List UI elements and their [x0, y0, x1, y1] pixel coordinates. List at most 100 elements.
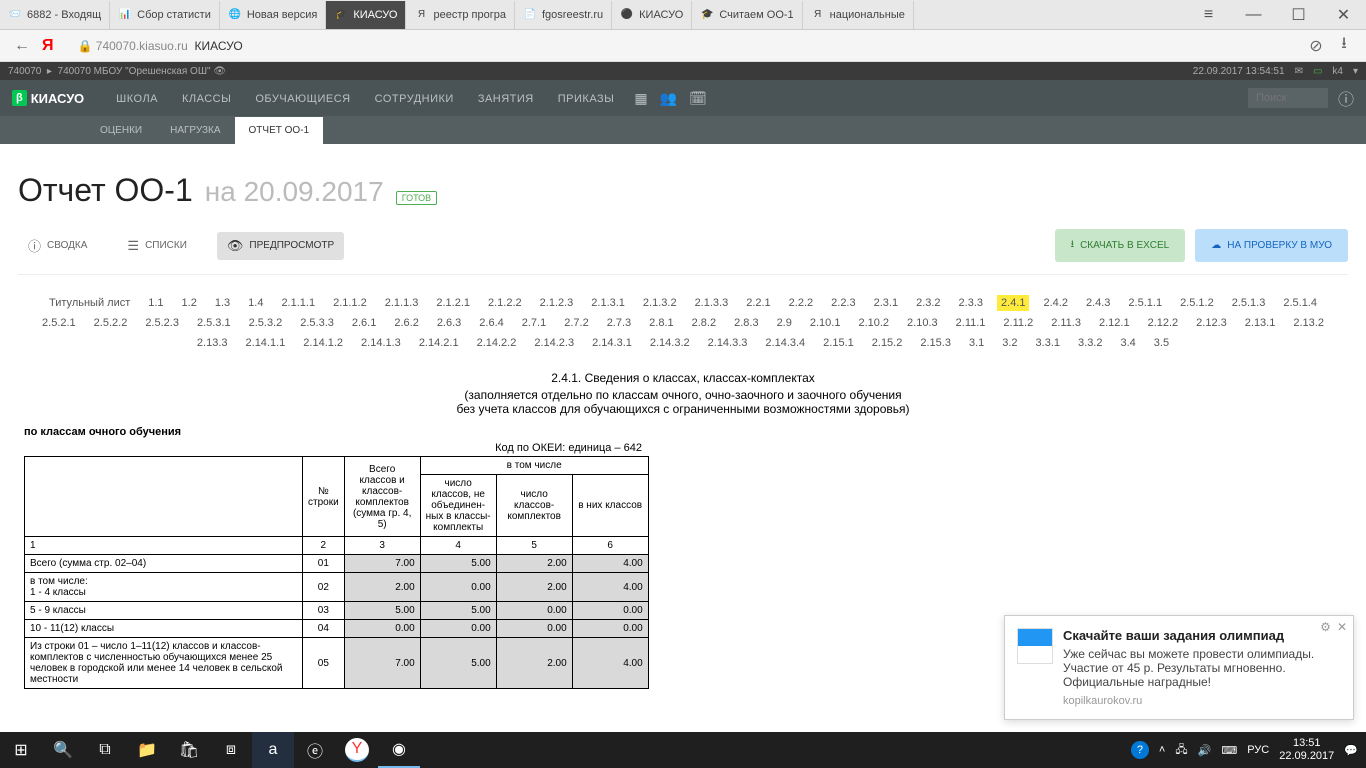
close-button[interactable]: ✕ [1321, 1, 1366, 29]
grid-icon[interactable]: ▦ [634, 90, 647, 107]
section-tab[interactable]: 2.10.1 [806, 315, 845, 331]
send-check-button[interactable]: ☁ НА ПРОВЕРКУ В МУО [1195, 229, 1348, 262]
tray-keyboard-icon[interactable]: ⌨ [1221, 744, 1237, 757]
section-tab[interactable]: 2.12.3 [1192, 315, 1231, 331]
start-button[interactable]: ⊞ [0, 732, 42, 768]
help-icon[interactable]: ⓘ [1338, 86, 1354, 110]
section-tab[interactable]: 2.1.2.3 [536, 295, 578, 311]
section-tab[interactable]: 1.3 [211, 295, 234, 311]
section-tab[interactable]: 2.2.2 [785, 295, 817, 311]
app-icon[interactable]: ◉ [378, 732, 420, 768]
section-tab[interactable]: 2.10.2 [854, 315, 893, 331]
explorer-icon[interactable]: 📁 [126, 732, 168, 768]
user-menu-icon[interactable]: ▾ [1353, 66, 1358, 77]
section-tab[interactable]: 2.5.1.4 [1279, 295, 1321, 311]
section-tab[interactable]: 2.5.1.2 [1176, 295, 1218, 311]
section-tab[interactable]: 2.5.1.3 [1228, 295, 1270, 311]
back-button[interactable]: ← [8, 32, 36, 60]
section-tab[interactable]: 3.3.1 [1032, 335, 1064, 351]
sub-nav-item[interactable]: ОЦЕНКИ [86, 117, 156, 144]
notification-settings-icon[interactable]: ⚙ [1320, 620, 1331, 634]
section-tab[interactable]: Титульный лист [45, 295, 134, 311]
section-tab[interactable]: 2.15.1 [819, 335, 858, 351]
nav-item[interactable]: ПРИКАЗЫ [546, 93, 627, 105]
search-icon[interactable]: 🔍 [42, 732, 84, 768]
nav-item[interactable]: КЛАССЫ [170, 93, 243, 105]
section-tab[interactable]: 2.8.3 [730, 315, 762, 331]
section-tab[interactable]: 2.1.3.2 [639, 295, 681, 311]
address-bar[interactable]: 🔒 740070.kiasuo.ru КИАСУО [68, 34, 1295, 58]
ie-icon[interactable]: ⓔ [294, 732, 336, 768]
section-tab[interactable]: 2.5.3.2 [245, 315, 287, 331]
section-tab[interactable]: 2.14.2.3 [530, 335, 578, 351]
section-tab[interactable]: 2.1.3.1 [587, 295, 629, 311]
section-tab[interactable]: 2.7.2 [560, 315, 592, 331]
section-tab[interactable]: 2.14.2.1 [415, 335, 463, 351]
section-tab[interactable]: 2.5.2.1 [38, 315, 80, 331]
search-input[interactable] [1248, 88, 1328, 108]
section-tab[interactable]: 2.8.2 [688, 315, 720, 331]
section-tab[interactable]: 2.7.3 [603, 315, 635, 331]
user-label[interactable]: k4 [1332, 66, 1343, 77]
nav-item[interactable]: ОБУЧАЮЩИЕСЯ [243, 93, 362, 105]
summary-button[interactable]: ⓘ СВОДКА [18, 230, 97, 261]
section-tab[interactable]: 2.6.3 [433, 315, 465, 331]
section-tab[interactable]: 2.10.3 [903, 315, 942, 331]
section-tab[interactable]: 3.1 [965, 335, 988, 351]
section-tab[interactable]: 2.1.1.2 [329, 295, 371, 311]
browser-tab[interactable]: 📄fgosreestr.ru [515, 1, 612, 29]
section-tab[interactable]: 2.13.1 [1241, 315, 1280, 331]
section-tab[interactable]: 2.13.2 [1289, 315, 1328, 331]
section-tab[interactable]: 2.4.1 [997, 295, 1029, 311]
section-tab[interactable]: 2.15.3 [916, 335, 955, 351]
section-tab[interactable]: 2.14.3.4 [761, 335, 809, 351]
menu-icon[interactable]: ≡ [1186, 1, 1231, 29]
section-tab[interactable]: 1.2 [178, 295, 201, 311]
section-tab[interactable]: 2.6.4 [475, 315, 507, 331]
tray-help-icon[interactable]: ? [1131, 741, 1149, 759]
store-icon[interactable]: 🛍 [168, 732, 210, 768]
section-tab[interactable]: 2.12.2 [1144, 315, 1183, 331]
browser-tab[interactable]: 📊Сбор статисти [110, 1, 220, 29]
section-tab[interactable]: 2.1.2.2 [484, 295, 526, 311]
section-tab[interactable]: 2.7.1 [518, 315, 550, 331]
browser-tab[interactable]: 🎓КИАСУО [326, 1, 406, 29]
browser-tab[interactable]: 🌐Новая версия [220, 1, 326, 29]
nav-item[interactable]: СОТРУДНИКИ [363, 93, 466, 105]
section-tab[interactable]: 2.15.2 [868, 335, 907, 351]
section-tab[interactable]: 2.5.2.3 [141, 315, 183, 331]
yandex-browser-icon[interactable]: Y [345, 738, 369, 762]
notification-close-icon[interactable]: ✕ [1337, 620, 1347, 634]
section-tab[interactable]: 2.1.3.3 [691, 295, 733, 311]
section-tab[interactable]: 2.11.3 [1047, 315, 1085, 331]
calendar-icon[interactable]: 🗓 [689, 90, 707, 107]
section-tab[interactable]: 2.14.1.2 [299, 335, 347, 351]
section-tab[interactable]: 2.5.3.3 [296, 315, 338, 331]
browser-tab[interactable]: 🎓Считаем ОО-1 [692, 1, 802, 29]
section-tab[interactable]: 2.3.2 [912, 295, 944, 311]
section-tab[interactable]: 2.14.1.1 [242, 335, 290, 351]
section-tab[interactable]: 2.1.1.1 [277, 295, 319, 311]
section-tab[interactable]: 2.14.3.1 [588, 335, 636, 351]
section-tab[interactable]: 2.11.2 [999, 315, 1037, 331]
section-tab[interactable]: 1.4 [244, 295, 267, 311]
section-tab[interactable]: 2.5.1.1 [1124, 295, 1166, 311]
preview-button[interactable]: 👁 ПРЕДПРОСМОТР [217, 232, 344, 260]
section-tab[interactable]: 2.3.3 [955, 295, 987, 311]
sub-nav-item[interactable]: НАГРУЗКА [156, 117, 234, 144]
amazon-icon[interactable]: a [252, 732, 294, 768]
browser-tab[interactable]: Яреестр програ [406, 1, 515, 29]
tray-notifications-icon[interactable]: 💬 [1344, 744, 1358, 757]
section-tab[interactable]: 2.5.2.2 [90, 315, 132, 331]
section-tab[interactable]: 2.1.1.3 [381, 295, 423, 311]
task-view-icon[interactable]: ⧉ [84, 732, 126, 768]
lists-button[interactable]: ☰ СПИСКИ [117, 232, 197, 260]
tray-clock[interactable]: 13:51 22.09.2017 [1279, 737, 1334, 763]
section-tab[interactable]: 3.4 [1116, 335, 1139, 351]
section-tab[interactable]: 2.14.3.3 [704, 335, 752, 351]
maximize-button[interactable]: ☐ [1276, 1, 1321, 29]
section-tab[interactable]: 2.14.3.2 [646, 335, 694, 351]
protect-icon[interactable]: ⊘ [1302, 32, 1330, 60]
yandex-logo-icon[interactable]: Я [42, 37, 54, 55]
app-logo[interactable]: КИАСУО [31, 91, 84, 106]
